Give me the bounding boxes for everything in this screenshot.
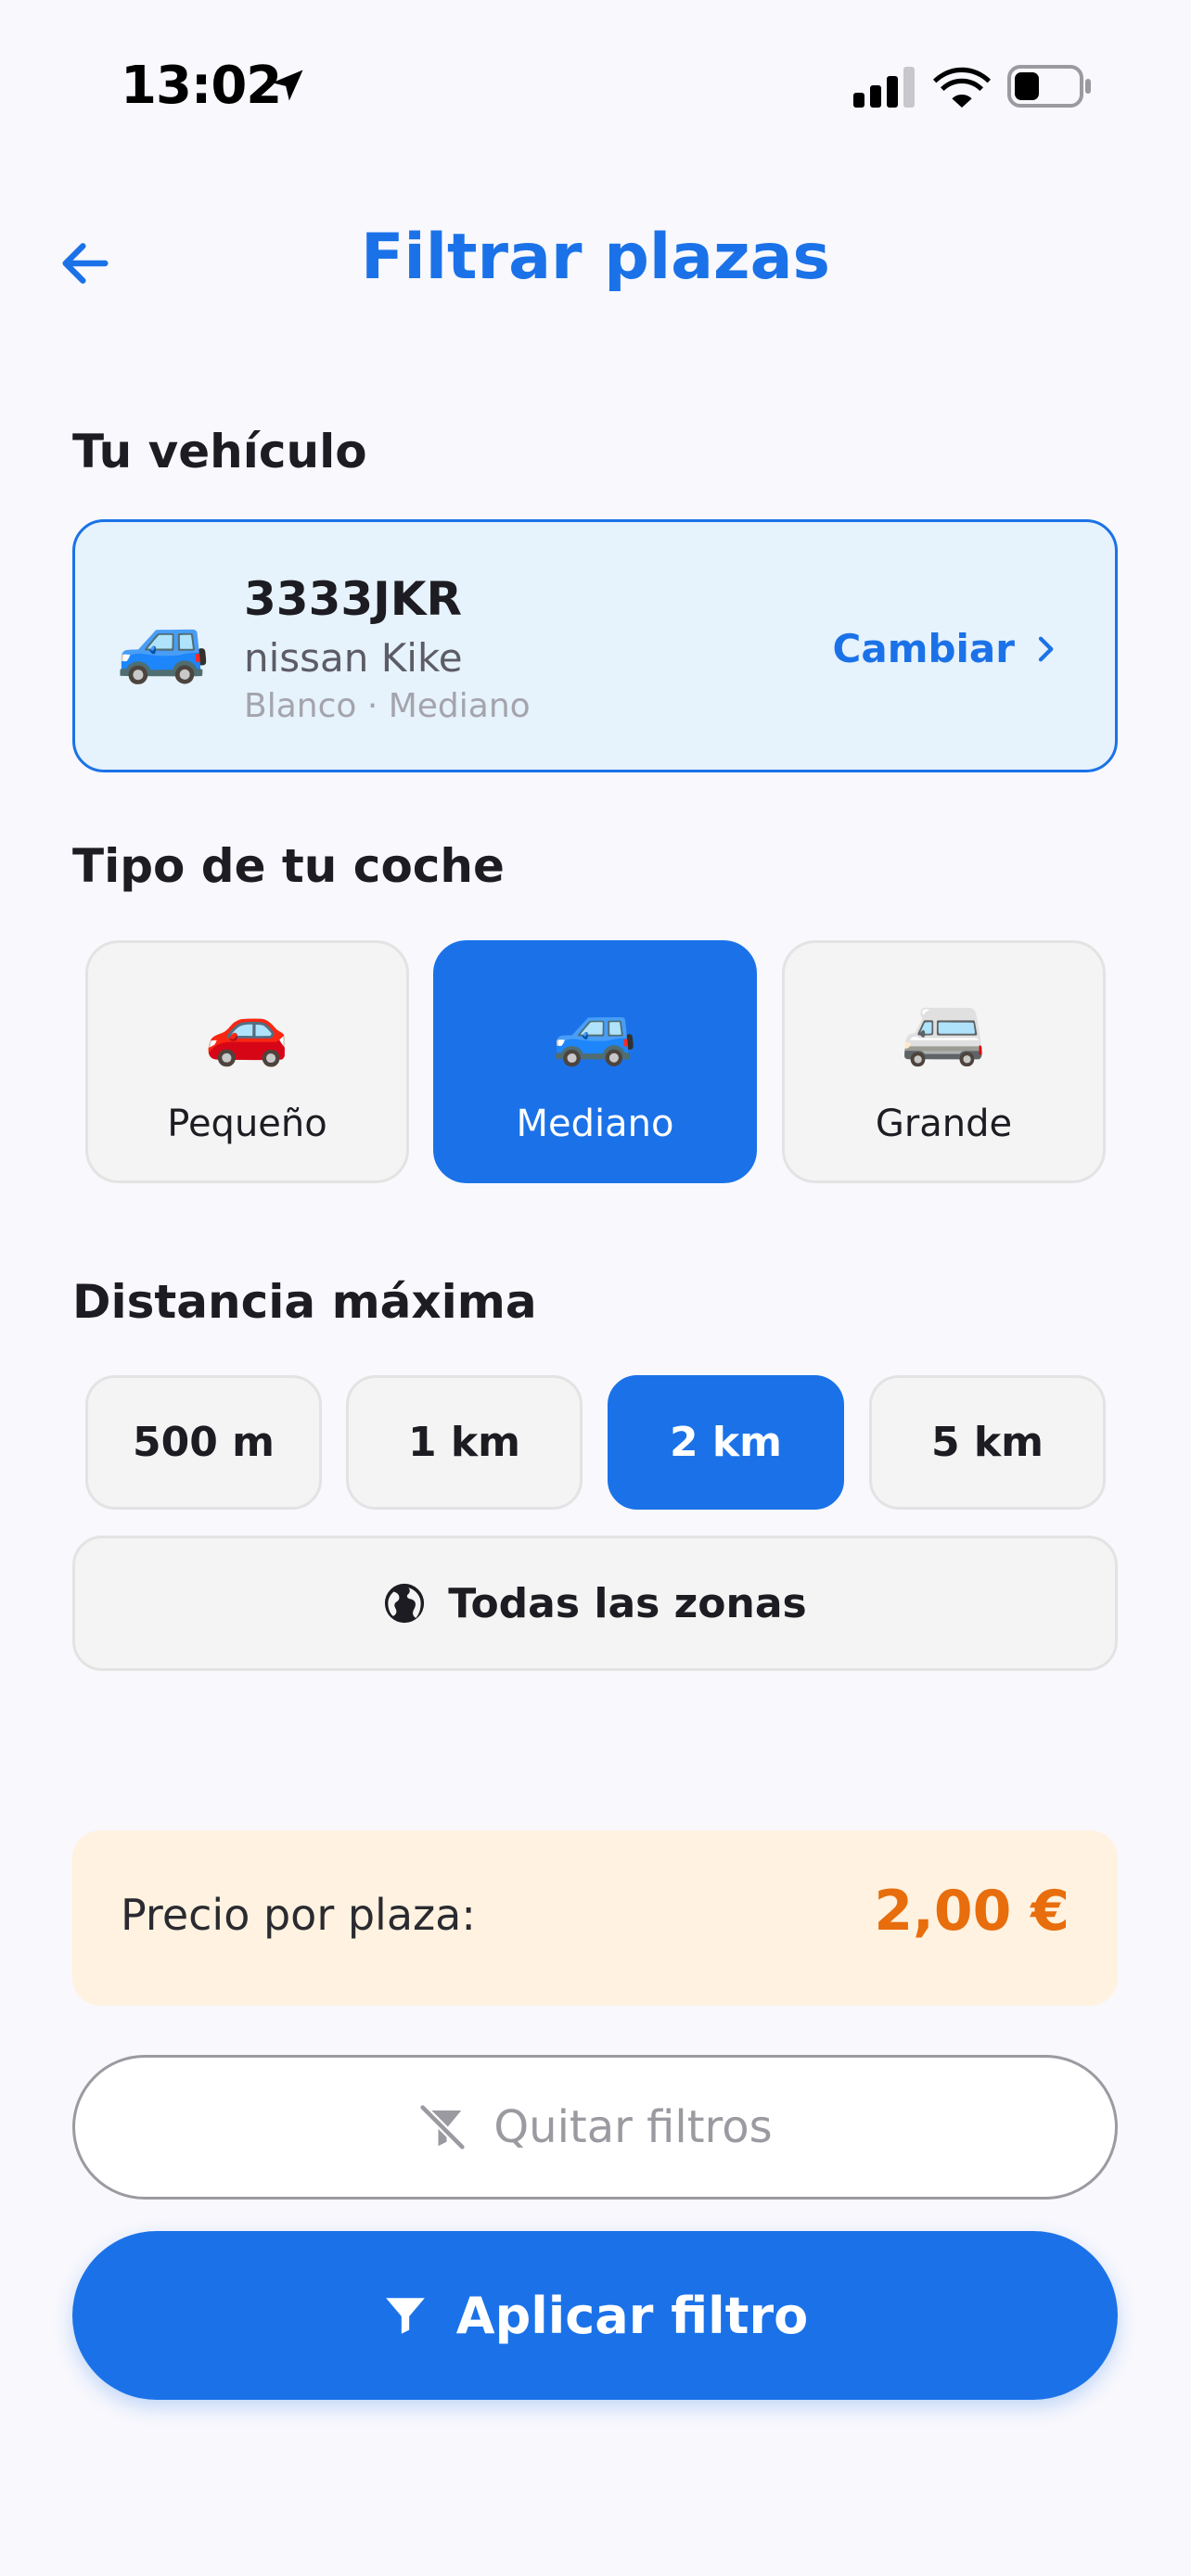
car-type-label: Pequeño [167,1103,327,1145]
distance-option-2km[interactable]: 2 km [608,1375,844,1510]
price-value: 2,00 € [874,1879,1069,1944]
price-label: Precio por plaza: [121,1890,476,1940]
price-summary: Precio por plaza: 2,00 € [72,1830,1118,2006]
filter-off-icon [418,2103,467,2151]
distance-section-title: Distancia máxima [72,1275,537,1329]
change-vehicle-button[interactable]: Cambiar [833,626,1059,671]
vehicle-car-icon: 🚙 [116,599,211,687]
car-type-label: Grande [875,1103,1013,1145]
all-zones-label: Todas las zonas [448,1579,807,1627]
vehicle-card[interactable]: 🚙 3333JKR nissan Kike Blanco · Mediano C… [72,519,1118,772]
location-arrow-icon [272,70,303,101]
car-type-option-small[interactable]: 🚗 Pequeño [85,940,409,1183]
all-zones-button[interactable]: Todas las zonas [72,1536,1118,1671]
apply-filter-button[interactable]: Aplicar filtro [72,2231,1118,2400]
small-car-icon: 🚗 [204,989,290,1069]
car-type-option-medium[interactable]: 🚙 Mediano [433,940,757,1183]
clear-filters-button[interactable]: Quitar filtros [72,2055,1118,2200]
cellular-signal-icon [853,67,915,108]
chevron-right-icon [1038,636,1054,661]
distance-option-500m[interactable]: 500 m [85,1375,322,1510]
car-type-label: Mediano [516,1103,674,1145]
apply-filter-label: Aplicar filtro [455,2286,809,2345]
filter-icon [385,2298,425,2334]
wifi-icon [933,67,991,108]
distance-option-1km[interactable]: 1 km [346,1375,583,1510]
globe-icon [385,1583,425,1624]
page-title: Filtrar plazas [360,221,830,294]
vehicle-section-title: Tu vehículo [72,425,367,478]
filter-screen: 13:02 Filtrar plazas Tu vehículo 🚙 3333J… [0,0,1191,2576]
status-bar: 13:02 [0,0,1191,167]
vehicle-plate: 3333JKR [244,572,463,626]
vehicle-details: Blanco · Mediano [244,687,531,725]
vehicle-model: nissan Kike [244,635,463,681]
medium-car-icon: 🚙 [552,989,638,1069]
status-time: 13:02 [121,56,282,116]
distance-option-5km[interactable]: 5 km [869,1375,1106,1510]
car-type-option-large[interactable]: 🚐 Grande [782,940,1106,1183]
car-type-section-title: Tipo de tu coche [72,839,505,893]
battery-icon [1007,65,1091,108]
large-van-icon: 🚐 [901,989,987,1069]
clear-filters-label: Quitar filtros [493,2101,773,2153]
change-vehicle-label: Cambiar [832,626,1015,671]
